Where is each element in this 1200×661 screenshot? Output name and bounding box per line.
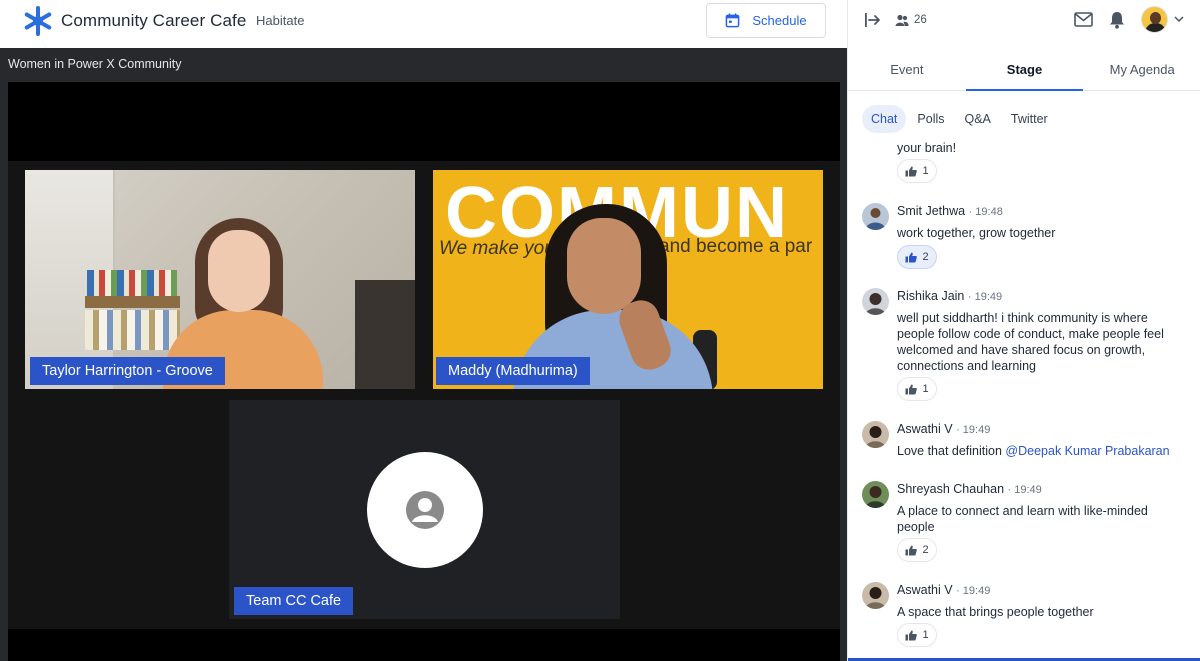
calendar-icon (726, 13, 740, 28)
schedule-label: Schedule (752, 13, 807, 28)
like-reaction[interactable]: 2 (897, 538, 937, 562)
chat-message: Smit Jethwa · 19:48 work together, grow … (862, 203, 1197, 273)
stage-title: Women in Power X Community (8, 57, 182, 71)
avatar[interactable] (862, 481, 889, 508)
like-count: 1 (922, 165, 929, 177)
chevron-down-icon[interactable] (1174, 15, 1184, 23)
chat-message: Aswathi V · 19:49 A space that brings pe… (862, 582, 1197, 652)
thumbs-up-icon (905, 384, 918, 394)
mention-link[interactable]: @Deepak Kumar Prabakaran (1005, 444, 1169, 458)
message-text: your brain! (897, 141, 957, 155)
message-author[interactable]: Shreyash Chauhan (897, 482, 1004, 496)
subtab-polls[interactable]: Polls (908, 105, 953, 133)
participant-tile-maddy[interactable]: COMMUN We make you and become a par Madd… (433, 170, 823, 389)
panel-toolbar: 26 (848, 0, 1200, 42)
chat-feed[interactable]: your brain! 1 Smit Jethwa · 19:48 work t… (848, 140, 1200, 658)
like-count: 1 (922, 383, 929, 395)
message-author[interactable]: Smit Jethwa (897, 204, 965, 218)
thumbs-up-icon (905, 252, 918, 262)
banner-tagline-left: We make you (439, 238, 555, 259)
subtab-qna[interactable]: Q&A (956, 105, 1000, 133)
message-text: A space that brings people together (897, 605, 1094, 619)
message-text: Love that definition (897, 444, 1006, 458)
message-text: well put siddharth! i think community is… (897, 311, 1164, 373)
user-avatar[interactable] (1141, 6, 1168, 33)
like-count: 2 (922, 544, 929, 556)
like-reaction[interactable]: 1 (897, 377, 937, 401)
chat-subtabs: Chat Polls Q&A Twitter (862, 105, 1057, 133)
participant-tile-taylor[interactable]: Taylor Harrington - Groove (25, 170, 415, 389)
avatar[interactable] (862, 288, 889, 315)
participant-name-tag: Team CC Cafe (234, 587, 354, 615)
mail-icon[interactable] (1074, 11, 1093, 28)
message-text: A place to connect and learn with like-m… (897, 504, 1148, 534)
participant-tile-team[interactable]: Team CC Cafe (229, 400, 620, 619)
message-time: · 19:49 (956, 424, 991, 436)
chat-message: your brain! 1 (862, 140, 1197, 184)
subtab-chat[interactable]: Chat (862, 105, 907, 133)
like-count: 2 (922, 251, 929, 263)
stage-area: Women in Power X Community Taylor Harrin… (0, 48, 847, 661)
chat-message: Aswathi V · 19:49 Love that definition @… (862, 421, 1197, 465)
chat-message: Shreyash Chauhan · 19:49 A place to conn… (862, 481, 1197, 565)
user-placeholder-icon (406, 491, 444, 529)
thumbs-up-icon (905, 166, 918, 176)
participant-name-tag: Maddy (Madhurima) (436, 357, 590, 385)
like-reaction[interactable]: 2 (897, 245, 937, 269)
side-panel: 26 Event Stage My Agenda Chat Polls Q&A … (847, 0, 1200, 661)
message-author[interactable]: Rishika Jain (897, 289, 964, 303)
banner-tagline-right: and become a par (659, 236, 813, 257)
tab-my-agenda[interactable]: My Agenda (1083, 48, 1200, 90)
tab-stage[interactable]: Stage (965, 48, 1084, 91)
tab-event[interactable]: Event (848, 48, 966, 90)
message-time: · 19:49 (956, 585, 991, 597)
participant-name-tag: Taylor Harrington - Groove (30, 357, 225, 385)
video-frame: Taylor Harrington - Groove COMMUN We mak… (8, 82, 840, 661)
bell-icon[interactable] (1109, 11, 1125, 29)
message-author[interactable]: Aswathi V (897, 583, 953, 597)
like-reaction[interactable]: 1 (897, 159, 937, 183)
panel-tabs: Event Stage My Agenda (848, 48, 1200, 91)
avatar[interactable] (862, 421, 889, 448)
message-time: · 19:49 (1007, 484, 1042, 496)
people-icon[interactable] (895, 13, 909, 27)
people-count: 26 (914, 14, 927, 26)
like-count: 1 (922, 629, 929, 641)
participant-video (208, 230, 270, 312)
subtab-twitter[interactable]: Twitter (1002, 105, 1057, 133)
bookshelf (87, 270, 177, 298)
chat-message: Rishika Jain · 19:49 well put siddharth!… (862, 288, 1197, 408)
message-text: work together, grow together (897, 226, 1056, 240)
sub-brand: Habitate (256, 13, 305, 28)
avatar[interactable] (862, 582, 889, 609)
like-reaction[interactable]: 1 (897, 623, 937, 647)
thumbs-up-icon (905, 545, 918, 555)
avatar[interactable] (862, 203, 889, 230)
top-header: Community Career Cafe Habitate Schedule (0, 0, 847, 48)
snowflake-logo-icon[interactable] (22, 5, 54, 37)
message-author[interactable]: Aswathi V (897, 422, 953, 436)
exit-stage-icon[interactable] (864, 11, 882, 29)
message-time: · 19:49 (967, 291, 1003, 303)
schedule-button[interactable]: Schedule (706, 3, 826, 38)
avatar-placeholder (367, 452, 483, 568)
brand-name[interactable]: Community Career Cafe (61, 11, 246, 31)
participant-video (567, 218, 641, 314)
thumbs-up-icon (905, 630, 918, 640)
message-time: · 19:48 (968, 206, 1003, 218)
